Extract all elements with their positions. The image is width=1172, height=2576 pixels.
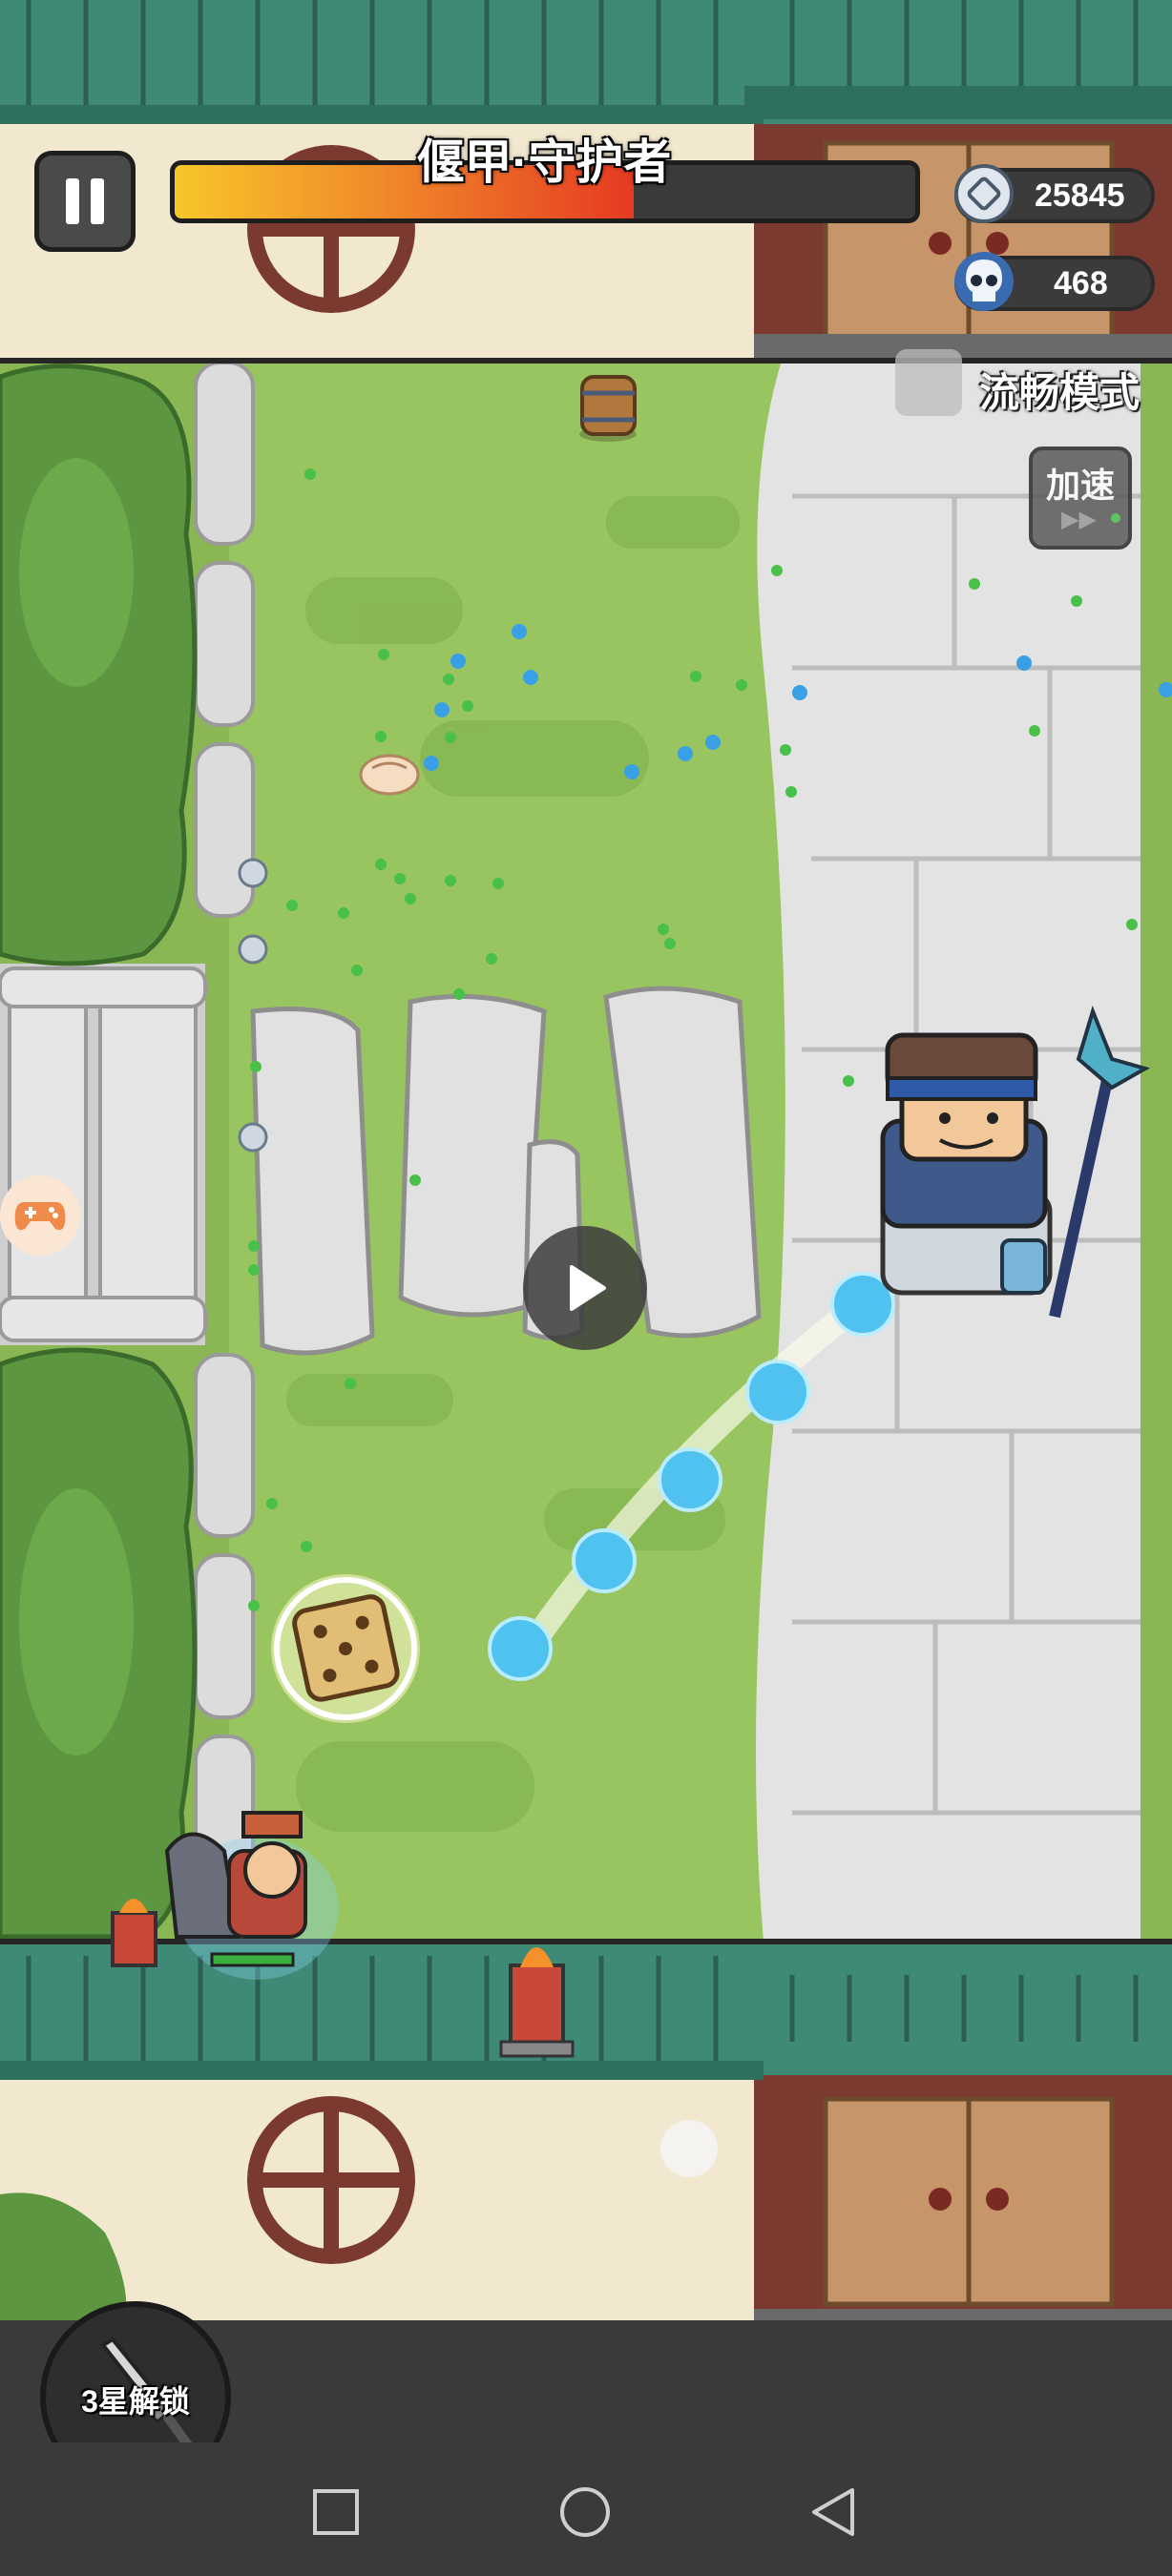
- pause-icon: [66, 178, 104, 224]
- android-nav-bar: [0, 2442, 1172, 2576]
- silver-coin-icon: [954, 164, 1014, 223]
- kill-count: 468: [1054, 264, 1108, 301]
- dice-item: [271, 1574, 420, 1723]
- skull-icon: [954, 252, 1014, 311]
- coin-count: 25845: [1035, 177, 1125, 214]
- speed-indicator-dot: [1111, 513, 1120, 523]
- gamepad-float-button[interactable]: [0, 1175, 80, 1256]
- speed-up-button[interactable]: 加速 ▶▶: [1029, 447, 1132, 550]
- dropped-coins: [238, 858, 268, 1153]
- mana-orbs: [424, 624, 1172, 779]
- boss-name: 偃甲·守护者: [416, 135, 672, 189]
- smooth-mode-checkbox[interactable]: [895, 349, 962, 416]
- coin-counter: 25845: [954, 164, 1155, 223]
- brazier-left: [111, 1899, 157, 1967]
- barrel: [579, 375, 637, 442]
- speed-up-label: 加速: [1045, 466, 1115, 505]
- skill-unlock-label: 3星解锁: [81, 2384, 190, 2419]
- gamepad-icon: [14, 1202, 66, 1231]
- brazier-right: [499, 1947, 575, 2058]
- player-hero: [164, 1811, 339, 1980]
- smooth-mode-label: 流畅模式: [979, 370, 1141, 415]
- boss-guardian: [880, 1005, 1151, 1319]
- home-icon[interactable]: [559, 2486, 611, 2538]
- fast-forward-icon: ▶▶: [1061, 507, 1097, 532]
- steamed-bun: [359, 754, 420, 796]
- recents-icon[interactable]: [312, 2488, 360, 2536]
- kill-counter: 468: [954, 252, 1155, 311]
- pause-button[interactable]: [34, 151, 136, 252]
- back-icon[interactable]: [809, 2486, 857, 2538]
- game-screen: 偃甲·守护者 25845 468 流畅模式 加速 ▶▶ 3星解锁: [0, 0, 1172, 2576]
- resume-play-button[interactable]: [523, 1226, 647, 1350]
- play-icon: [570, 1265, 606, 1311]
